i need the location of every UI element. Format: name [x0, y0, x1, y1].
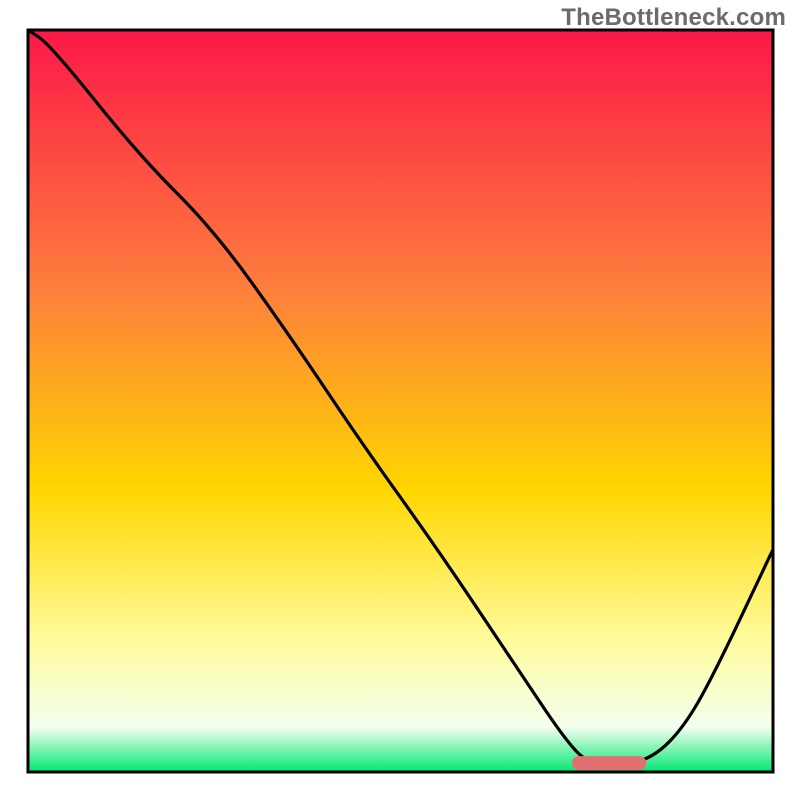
chart-svg: [0, 0, 800, 800]
optimal-marker: [572, 756, 647, 770]
watermark-text: TheBottleneck.com: [561, 4, 786, 32]
chart-frame: { "watermark": "TheBottleneck.com", "col…: [0, 0, 800, 800]
gradient-panel: [28, 30, 773, 772]
